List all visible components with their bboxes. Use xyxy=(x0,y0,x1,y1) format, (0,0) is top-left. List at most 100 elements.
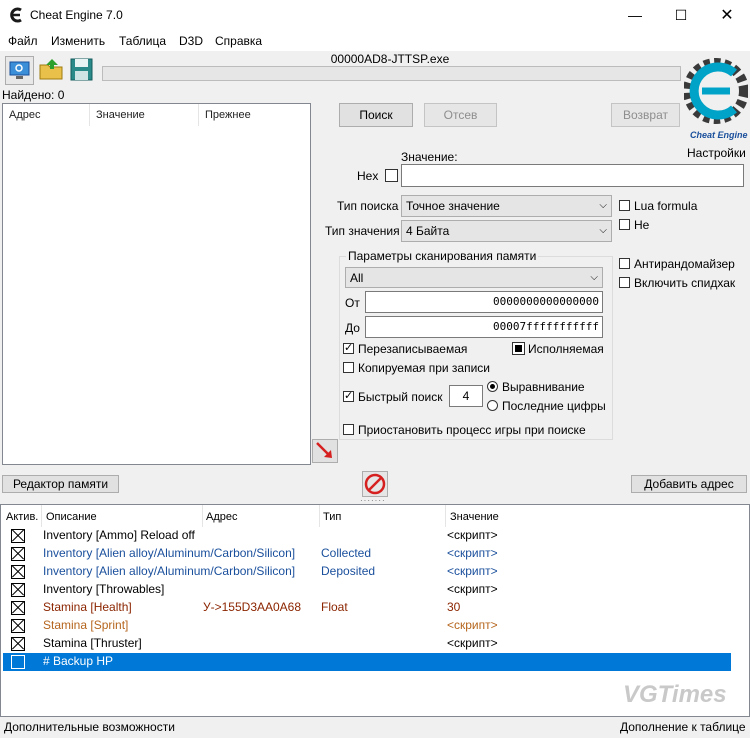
column-active[interactable]: Актив. xyxy=(6,511,38,523)
pause-game-label: Приостановить процесс игры при поиске xyxy=(358,423,586,437)
speedhack-checkbox[interactable] xyxy=(619,277,630,288)
pause-game-checkbox[interactable] xyxy=(343,424,354,435)
active-checkbox[interactable] xyxy=(11,619,25,633)
memory-region-select[interactable]: All ⌵ xyxy=(345,267,603,288)
open-process-button[interactable] xyxy=(5,56,34,85)
fast-scan-checkbox[interactable] xyxy=(343,389,354,402)
column-address[interactable]: Адрес xyxy=(3,104,90,126)
first-scan-button[interactable]: Поиск xyxy=(339,103,413,127)
row-value: <скрипт> xyxy=(447,582,498,596)
maximize-icon[interactable]: ☐ xyxy=(658,0,704,31)
add-to-list-button[interactable] xyxy=(312,439,338,463)
column-previous[interactable]: Прежнее xyxy=(199,104,309,126)
column-divider xyxy=(202,505,203,527)
window-title: Cheat Engine 7.0 xyxy=(30,8,123,22)
alignment-radio[interactable] xyxy=(487,381,498,392)
chevron-down-icon: ⌵ xyxy=(599,200,607,211)
active-checkbox[interactable] xyxy=(11,565,25,579)
to-address-input[interactable]: 00007fffffffffff xyxy=(365,316,603,338)
menu-table[interactable]: Таблица xyxy=(119,34,166,48)
found-count: Найдено: 0 xyxy=(2,88,65,102)
table-row[interactable]: Inventory [Throwables] <скрипт> xyxy=(3,581,731,599)
no-entry-icon xyxy=(364,473,386,495)
table-row[interactable]: Stamina [Health] У->155D3AA0A68 Float 30 xyxy=(3,599,731,617)
results-list[interactable]: Адрес Значение Прежнее xyxy=(2,103,311,465)
executable-label: Исполняемая xyxy=(528,342,604,356)
menu-edit[interactable]: Изменить xyxy=(51,34,105,48)
chevron-down-icon: ⌵ xyxy=(590,272,598,283)
hex-checkbox[interactable] xyxy=(385,169,398,182)
cheat-engine-logo-icon[interactable] xyxy=(684,57,748,141)
lua-formula-checkbox[interactable] xyxy=(619,200,630,211)
column-type[interactable]: Тип xyxy=(323,511,341,523)
active-checkbox[interactable] xyxy=(11,601,25,615)
table-row[interactable]: # Backup HP xyxy=(3,653,731,671)
value-input[interactable] xyxy=(401,164,744,187)
scan-type-select[interactable]: Точное значение ⌵ xyxy=(401,195,612,217)
value-type-select[interactable]: 4 Байта ⌵ xyxy=(401,220,612,242)
copy-on-write-label: Копируемая при записи xyxy=(358,361,490,375)
from-label: От xyxy=(345,296,360,310)
from-address-input[interactable]: 0000000000000000 xyxy=(365,291,603,313)
unrandomizer-label: Антирандомайзер xyxy=(634,257,735,271)
memory-scan-title: Параметры сканирования памяти xyxy=(346,249,539,263)
active-checkbox[interactable] xyxy=(11,637,25,651)
save-button[interactable] xyxy=(68,56,95,83)
red-arrow-icon xyxy=(316,442,332,458)
column-divider xyxy=(41,505,42,527)
row-description: Inventory [Ammo] Reload off xyxy=(43,528,195,542)
last-digits-radio[interactable] xyxy=(487,400,498,411)
writable-label: Перезаписываемая xyxy=(358,342,468,356)
next-scan-button[interactable]: Отсев xyxy=(424,103,497,127)
active-checkbox[interactable] xyxy=(11,547,25,561)
active-checkbox[interactable] xyxy=(11,529,25,543)
copy-on-write-checkbox[interactable] xyxy=(343,362,354,373)
column-description[interactable]: Описание xyxy=(46,511,97,523)
column-address[interactable]: Адрес xyxy=(206,511,238,523)
title-bar: Cheat Engine 7.0 — ☐ ✕ xyxy=(0,0,750,31)
writable-checkbox[interactable] xyxy=(343,341,354,354)
table-row[interactable]: Stamina [Sprint] <скрипт> xyxy=(3,617,731,635)
row-description: Inventory [Throwables] xyxy=(43,582,165,596)
hex-label: Hex xyxy=(357,169,379,183)
row-type: Collected xyxy=(321,546,372,560)
column-value[interactable]: Значение xyxy=(90,104,199,126)
unrandomizer-checkbox[interactable] xyxy=(619,258,630,269)
column-value[interactable]: Значение xyxy=(450,511,499,523)
menu-d3d[interactable]: D3D xyxy=(179,34,203,48)
table-extras-link[interactable]: Дополнение к таблице xyxy=(620,720,746,734)
alignment-label: Выравнивание xyxy=(502,380,585,394)
undo-scan-button[interactable]: Возврат xyxy=(611,103,680,127)
clear-list-button[interactable] xyxy=(362,471,388,497)
row-description: Stamina [Health] xyxy=(43,600,132,614)
address-table[interactable]: Актив. Описание Адрес Тип Значение Inven… xyxy=(0,504,750,717)
table-row[interactable]: Inventory [Alien alloy/Aluminum/Carbon/S… xyxy=(3,563,731,581)
menu-help[interactable]: Справка xyxy=(215,34,262,48)
not-checkbox[interactable] xyxy=(619,219,630,230)
row-type: Deposited xyxy=(321,564,376,578)
add-address-button[interactable]: Добавить адрес xyxy=(631,475,747,493)
active-checkbox[interactable] xyxy=(11,655,25,669)
executable-checkbox[interactable] xyxy=(512,342,525,355)
fast-scan-value-input[interactable]: 4 xyxy=(449,385,483,407)
value-type-label: Тип значения xyxy=(325,224,400,238)
open-file-button[interactable] xyxy=(38,56,65,83)
settings-link[interactable]: Настройки xyxy=(687,146,746,160)
advanced-options-link[interactable]: Дополнительные возможности xyxy=(4,720,175,734)
table-row[interactable]: Stamina [Thruster] <скрипт> xyxy=(3,635,731,653)
memory-view-button[interactable]: Редактор памяти xyxy=(2,475,119,493)
cheat-engine-icon xyxy=(10,7,22,23)
close-icon[interactable]: ✕ xyxy=(704,0,750,31)
folder-icon xyxy=(39,59,63,80)
logo-label: Cheat Engine xyxy=(690,130,748,140)
table-row[interactable]: Inventory [Ammo] Reload off <скрипт> xyxy=(3,527,731,545)
active-checkbox[interactable] xyxy=(11,583,25,597)
row-value: <скрипт> xyxy=(447,546,498,560)
to-label: До xyxy=(345,321,360,335)
monitor-icon xyxy=(9,61,30,79)
menu-file[interactable]: Файл xyxy=(8,34,38,48)
value-label: Значение: xyxy=(401,150,458,164)
minimize-icon[interactable]: — xyxy=(612,0,658,31)
row-description: Stamina [Thruster] xyxy=(43,636,142,650)
table-row[interactable]: Inventory [Alien alloy/Aluminum/Carbon/S… xyxy=(3,545,731,563)
